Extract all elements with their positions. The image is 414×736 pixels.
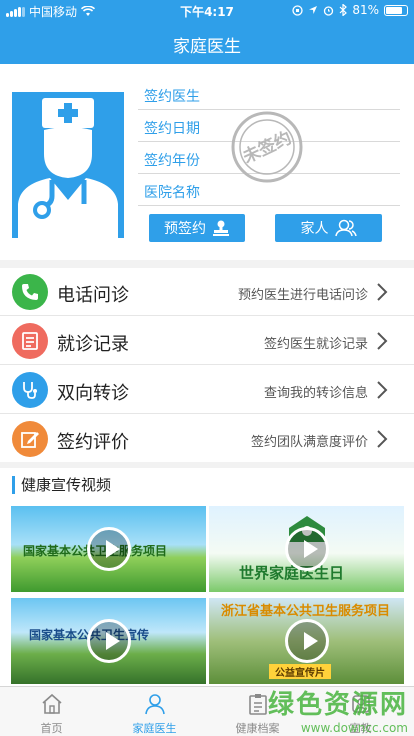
service-name: 电话问诊 — [57, 285, 129, 306]
family-icon — [334, 219, 357, 237]
video-caption: 浙江省基本公共卫生服务项目 — [221, 604, 391, 619]
tab-label: 家庭医生 — [132, 722, 177, 735]
doctor-avatar — [12, 92, 124, 238]
phone-icon — [12, 274, 48, 310]
family-label: 家人 — [300, 221, 329, 237]
tab-label: 首页 — [40, 722, 63, 735]
service-phone-consult[interactable]: 电话问诊 预约医生进行电话问诊 — [0, 268, 414, 316]
service-name: 签约评价 — [57, 432, 129, 453]
site-watermark: 绿色资源网 www.downcc.com — [268, 684, 408, 735]
service-name: 双向转诊 — [57, 383, 129, 404]
record-icon — [12, 323, 48, 359]
play-icon — [86, 527, 131, 571]
sign-info-card: 签约医生 签约日期 签约年份 医院名称 未签约 预签约 家人 — [0, 64, 414, 260]
app-header: 中国移动 下午4:17 81% 家庭医生 — [0, 0, 414, 64]
tab-family-doctor[interactable]: 家庭医生 — [103, 687, 206, 736]
chevron-right-icon — [377, 430, 388, 448]
watermark-url: www.downcc.com — [300, 721, 408, 735]
watermark-title: 绿色资源网 — [267, 690, 408, 720]
service-desc: 签约团队满意度评价 — [250, 435, 368, 450]
section-title: 健康宣传视频 — [12, 476, 111, 494]
doctor-icon — [18, 98, 118, 238]
service-evaluation[interactable]: 签约评价 签约团队满意度评价 — [0, 415, 414, 463]
chevron-right-icon — [377, 332, 388, 350]
lock-rotation-icon — [292, 4, 303, 16]
service-desc: 签约医生就诊记录 — [263, 337, 368, 352]
service-name: 就诊记录 — [57, 334, 129, 355]
bluetooth-icon — [339, 4, 348, 16]
status-bar: 中国移动 下午4:17 81% — [0, 0, 414, 20]
video-subcaption: 公益宣传片 — [269, 664, 331, 679]
family-button[interactable]: 家人 — [275, 214, 382, 242]
play-icon — [86, 619, 131, 663]
service-referral[interactable]: 双向转诊 查询我的转诊信息 — [0, 366, 414, 414]
battery-icon — [384, 4, 408, 16]
service-list: 电话问诊 预约医生进行电话问诊 就诊记录 签约医生就诊记录 双向转诊 查询我的转… — [0, 268, 414, 462]
alarm-icon — [324, 5, 334, 16]
field-doctor: 签约医生 — [138, 78, 400, 110]
play-icon — [284, 527, 329, 571]
unsigned-stamp: 未签约 — [231, 111, 303, 183]
chevron-right-icon — [377, 381, 388, 399]
health-video-section: 健康宣传视频 国家基本公共卫生服务项目 世界家庭医生日 国家基本公共卫生宣传 浙… — [0, 468, 414, 686]
stamp-icon — [213, 220, 229, 236]
video-thumbnail[interactable]: 国家基本公共卫生宣传 — [11, 598, 206, 684]
page-title: 家庭医生 — [173, 37, 241, 57]
service-visit-records[interactable]: 就诊记录 签约医生就诊记录 — [0, 317, 414, 365]
pre-sign-button[interactable]: 预签约 — [149, 214, 245, 242]
chevron-right-icon — [377, 283, 388, 301]
video-thumbnail[interactable]: 浙江省基本公共卫生服务项目 公益宣传片 — [209, 598, 404, 684]
service-desc: 预约医生进行电话问诊 — [237, 288, 368, 303]
person-icon — [145, 694, 165, 715]
stamp-text: 未签约 — [239, 127, 295, 168]
tab-home[interactable]: 首页 — [0, 687, 103, 736]
pre-sign-label: 预签约 — [164, 221, 206, 237]
battery-percent: 81% — [352, 3, 379, 17]
edit-icon — [12, 421, 48, 457]
play-icon — [284, 619, 329, 663]
clipboard-icon — [249, 694, 267, 715]
home-icon — [42, 693, 62, 714]
video-thumbnail[interactable]: 国家基本公共卫生服务项目 — [11, 506, 206, 592]
video-thumbnail[interactable]: 世界家庭医生日 — [209, 506, 404, 592]
stethoscope-icon — [12, 372, 48, 408]
service-desc: 查询我的转诊信息 — [263, 386, 368, 401]
location-icon — [309, 6, 318, 14]
